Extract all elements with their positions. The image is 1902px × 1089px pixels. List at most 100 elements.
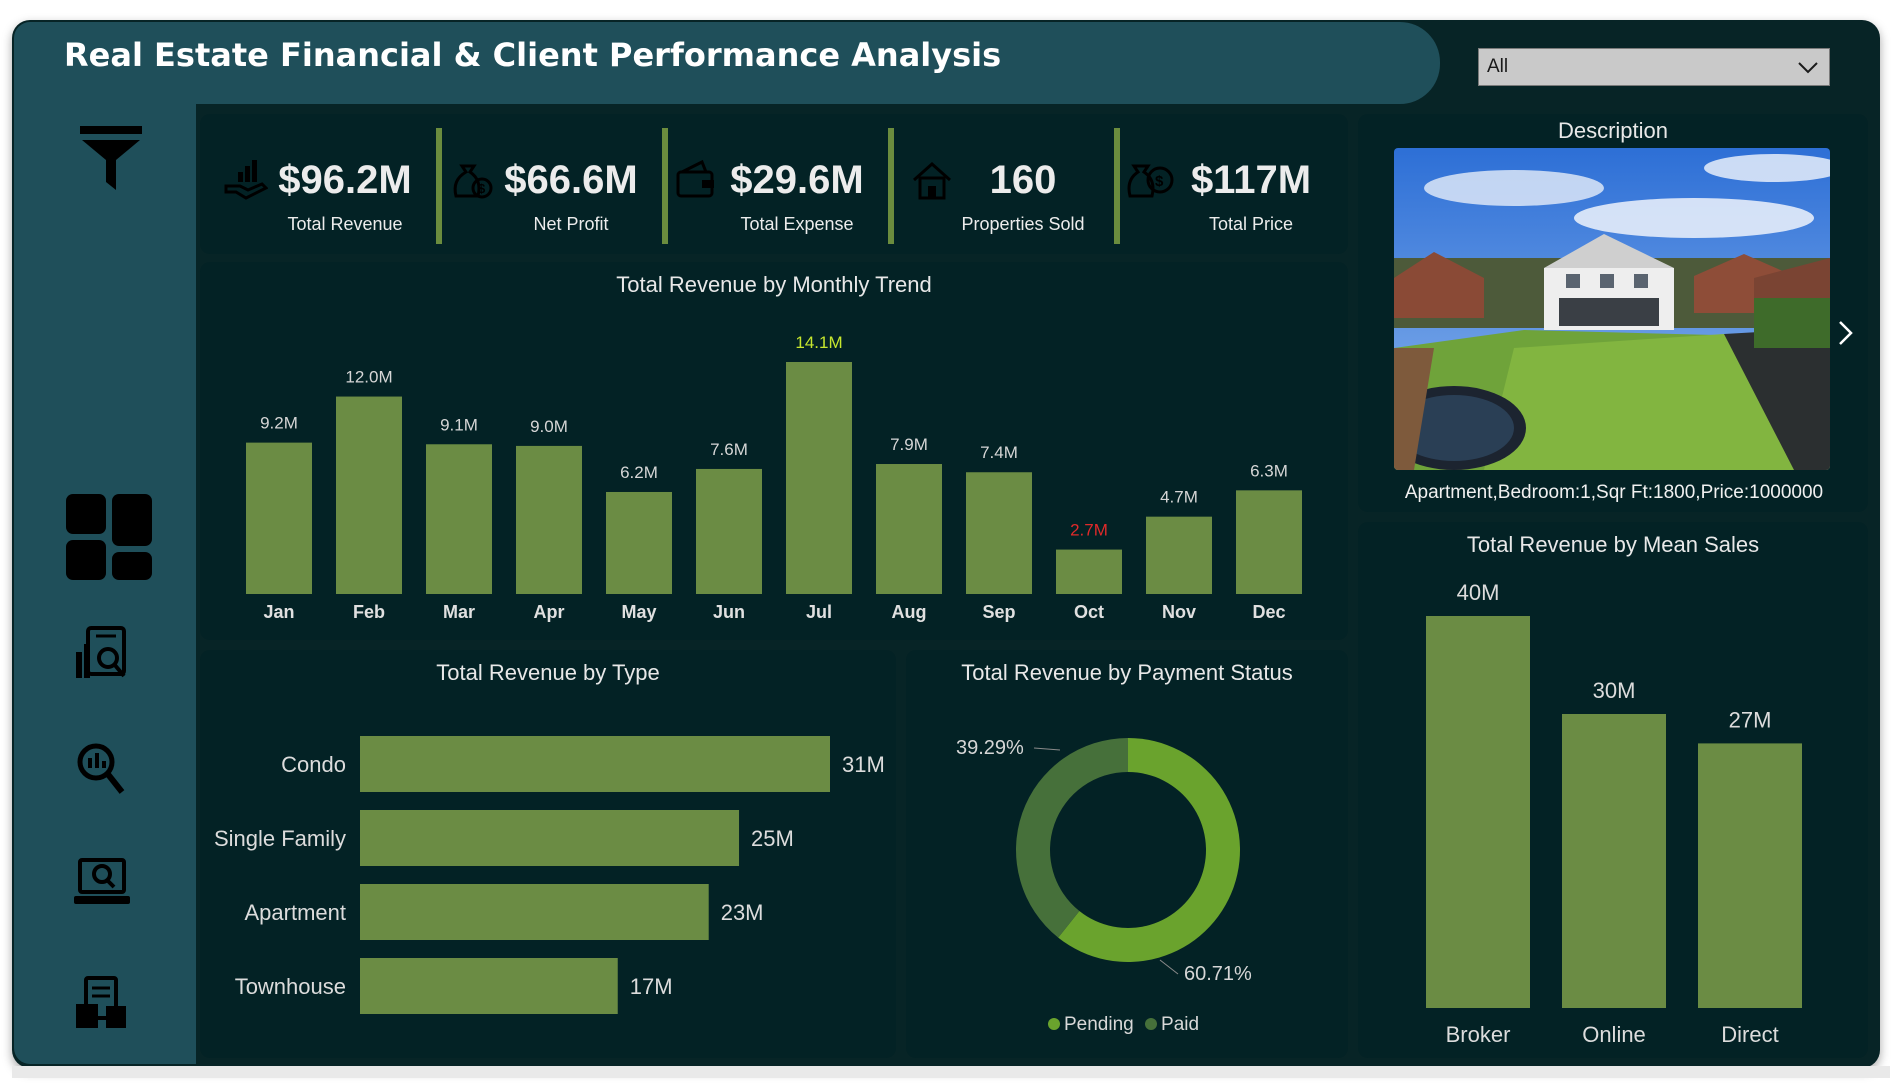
description-caption: Apartment,Bedroom:1,Sqr Ft:1800,Price:10… xyxy=(1404,482,1824,503)
leader-line xyxy=(1159,959,1179,975)
bar-townhouse[interactable] xyxy=(360,958,618,1014)
category-label: Single Family xyxy=(214,826,346,851)
page-title: Real Estate Financial & Client Performan… xyxy=(64,36,1002,74)
mean-sales-panel: Total Revenue by Mean Sales 40M Broker 30M… xyxy=(1358,522,1868,1058)
legend-item-pending[interactable]: Pending xyxy=(1048,1014,1134,1035)
kpi-value: $117M xyxy=(1190,158,1312,202)
payment-status-chart: 39.29% 60.71% xyxy=(956,737,1252,985)
data-label: 7.4M xyxy=(980,443,1018,462)
data-label: 9.0M xyxy=(530,417,568,436)
tick-label: Apr xyxy=(534,602,565,622)
kpi-label: Total Expense xyxy=(740,214,854,234)
bar-mar[interactable] xyxy=(426,444,492,594)
kpi-properties-sold: 160 Properties Sold xyxy=(888,118,1108,248)
kpi-value: $96.2M xyxy=(278,158,412,202)
data-icon[interactable] xyxy=(76,976,128,1030)
data-label: 9.2M xyxy=(260,414,298,433)
bar-feb[interactable] xyxy=(336,396,402,594)
chevron-down-icon xyxy=(1797,58,1819,80)
legend-dot xyxy=(1048,1018,1060,1030)
kpi-label: Total Price xyxy=(1208,214,1294,234)
bar-broker[interactable] xyxy=(1426,616,1530,1008)
bar-condo[interactable] xyxy=(360,736,830,792)
mean-sales-chart: 40M Broker 30M Online 27M Direct xyxy=(1426,580,1802,1047)
legend-label: Paid xyxy=(1161,1014,1200,1035)
bar-jul[interactable] xyxy=(786,362,852,594)
tick-label: Jul xyxy=(806,602,832,622)
category-label: Townhouse xyxy=(235,974,346,999)
aerial-house-photo xyxy=(1394,148,1830,470)
slice-pending[interactable] xyxy=(1016,738,1128,938)
tick-label: Dec xyxy=(1252,602,1285,622)
bar-nov[interactable] xyxy=(1146,516,1212,594)
leader-line xyxy=(1033,747,1061,751)
kpi-total-expense: $29.6M Total Expense xyxy=(662,118,882,248)
data-label: 60.71% xyxy=(1184,963,1252,985)
tick-label: Oct xyxy=(1074,602,1104,622)
bar-online[interactable] xyxy=(1562,714,1666,1008)
bar-jun[interactable] xyxy=(696,468,762,594)
laptop-analytics-icon[interactable] xyxy=(74,856,130,908)
data-label: 2.7M xyxy=(1070,521,1108,540)
data-label: 9.1M xyxy=(440,415,478,434)
kpi-net-profit: $ $66.6M Net Profit xyxy=(436,118,656,248)
bar-direct[interactable] xyxy=(1698,743,1802,1008)
data-label: 31M xyxy=(842,752,885,777)
bar-sep[interactable] xyxy=(966,472,1032,594)
data-label: 17M xyxy=(630,974,673,999)
sidebar xyxy=(14,104,196,1064)
tick-label: Jun xyxy=(713,602,745,622)
tick-label: Aug xyxy=(892,602,927,622)
bar-jan[interactable] xyxy=(246,442,312,594)
report-icon[interactable] xyxy=(74,626,130,682)
filter-dropdown-value: All xyxy=(1487,56,1509,77)
tick-label: Sep xyxy=(982,602,1015,622)
category-label: Apartment xyxy=(245,900,347,925)
tick-label: May xyxy=(621,602,656,622)
svg-text:$: $ xyxy=(478,181,486,196)
chevron-right-icon[interactable] xyxy=(1836,318,1856,352)
bar-may[interactable] xyxy=(606,491,672,594)
analysis-icon[interactable] xyxy=(76,742,126,796)
kpi-label: Total Revenue xyxy=(287,214,403,234)
data-label: 25M xyxy=(751,826,794,851)
data-label: 7.9M xyxy=(890,435,928,454)
category-label: Condo xyxy=(281,752,346,777)
data-label: 12.0M xyxy=(345,368,392,387)
tick-label: Nov xyxy=(1162,602,1196,622)
bar-oct[interactable] xyxy=(1056,549,1122,594)
bar-single-family[interactable] xyxy=(360,810,740,866)
bar-aug[interactable] xyxy=(876,464,942,594)
kpi-label: Properties Sold xyxy=(961,214,1085,234)
tick-label: Jan xyxy=(263,602,294,622)
revenue-by-type-panel: Total Revenue by Type Condo 31M Single Fam… xyxy=(200,650,896,1058)
data-label: 27M xyxy=(1729,707,1772,732)
data-label: 6.3M xyxy=(1250,461,1288,480)
legend-dot xyxy=(1145,1018,1158,1030)
kpi-total-price: $ $117M Total Price xyxy=(1116,118,1336,248)
tick-label: Online xyxy=(1582,1022,1646,1047)
kpi-value: $29.6M xyxy=(730,158,864,202)
dashboard-icon[interactable] xyxy=(66,494,152,580)
tick-label: Feb xyxy=(353,602,385,622)
filter-icon[interactable] xyxy=(78,124,144,192)
kpi-label: Net Profit xyxy=(533,214,609,234)
data-label: 7.6M xyxy=(710,440,748,459)
bar-apartment[interactable] xyxy=(360,884,709,940)
legend-item-paid[interactable]: Paid xyxy=(1145,1014,1199,1035)
description-title: Description xyxy=(1557,118,1669,143)
monthly-trend-panel: Total Revenue by Monthly Trend 9.2M Jan 12… xyxy=(200,262,1348,640)
tick-label: Broker xyxy=(1446,1022,1511,1047)
data-label: 23M xyxy=(721,900,764,925)
payment-legend: Pending Paid xyxy=(1048,1014,1199,1036)
bar-dec[interactable] xyxy=(1236,490,1302,594)
tick-label: Mar xyxy=(443,602,475,622)
data-label: 40M xyxy=(1457,580,1500,605)
svg-text:$: $ xyxy=(1155,173,1164,190)
data-label: 4.7M xyxy=(1160,488,1198,507)
bar-apr[interactable] xyxy=(516,445,582,594)
revenue-by-type-chart: Condo 31M Single Family 25M Apartment 23M Town… xyxy=(214,736,885,1014)
filter-dropdown[interactable]: All xyxy=(1478,48,1830,86)
legend-label: Pending xyxy=(1064,1014,1134,1035)
monthly-trend-chart: 9.2M Jan 12.0M Feb 9.1M Mar 9.0M Apr 6.2M May 7.6M… xyxy=(246,333,1302,622)
